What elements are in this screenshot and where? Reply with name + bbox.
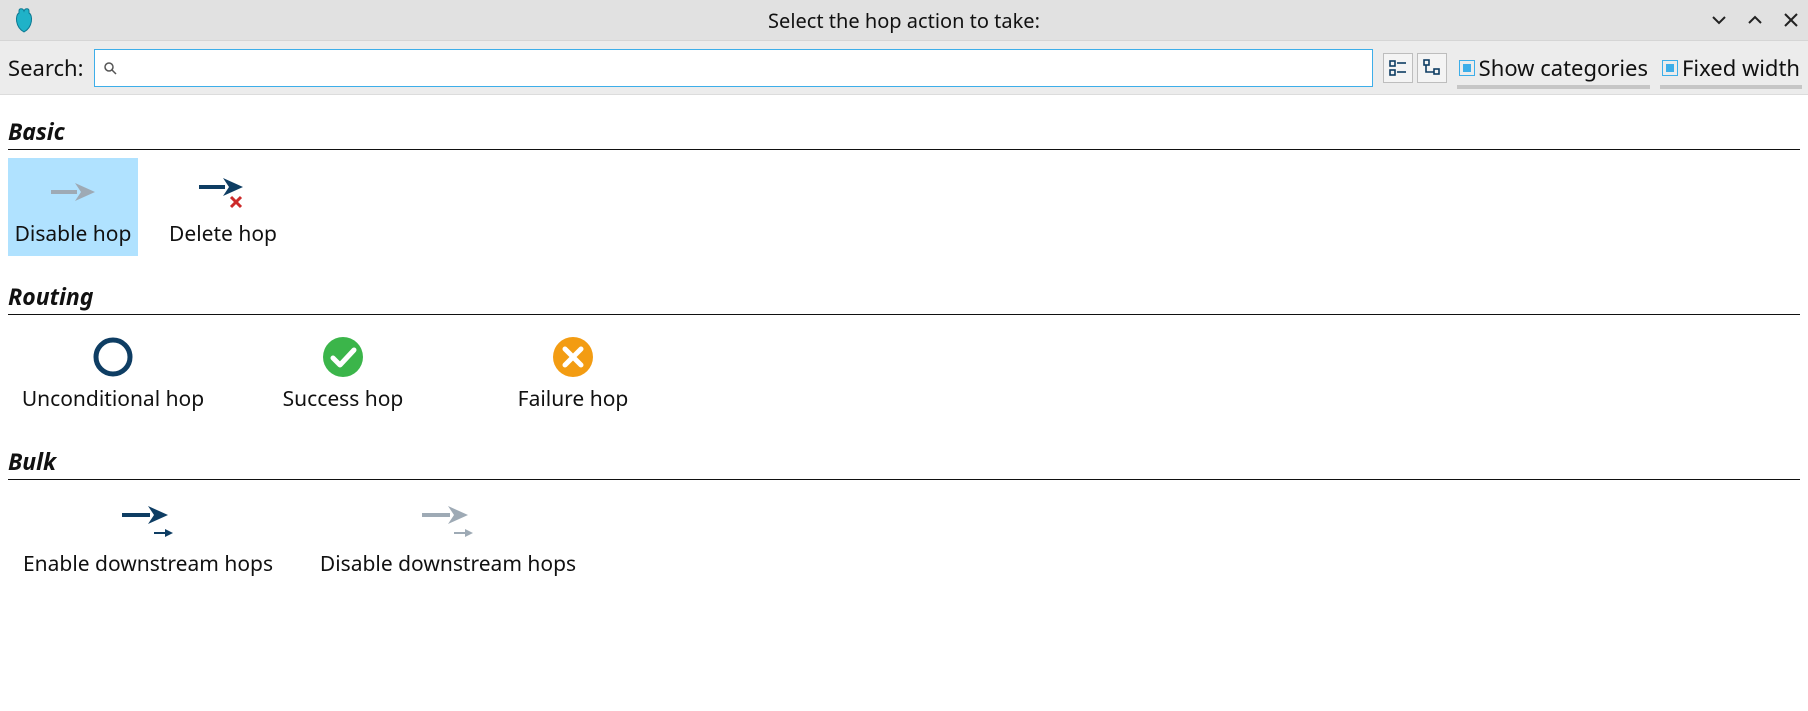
success-icon (321, 329, 365, 385)
minimize-button[interactable] (1710, 11, 1728, 29)
window-title: Select the hop action to take: (768, 7, 1040, 34)
section-title-routing: Routing (8, 276, 1800, 315)
fixed-width-label: Fixed width (1682, 53, 1800, 83)
section-title-bulk: Bulk (8, 441, 1800, 480)
close-button[interactable] (1782, 11, 1800, 29)
checkbox-icon (1662, 60, 1678, 76)
routing-items: Unconditional hop Success hop Failure ho… (8, 323, 1800, 421)
maximize-button[interactable] (1746, 11, 1764, 29)
item-failure-hop[interactable]: Failure hop (468, 323, 678, 421)
show-categories-label: Show categories (1479, 53, 1648, 83)
unconditional-icon (91, 329, 135, 385)
toolbar: Search: Show categories Fi (0, 41, 1808, 95)
show-categories-checkbox[interactable]: Show categories (1457, 47, 1650, 89)
item-label: Delete hop (169, 220, 277, 248)
tree-view-button[interactable] (1417, 53, 1447, 83)
item-enable-downstream-hops[interactable]: Enable downstream hops (8, 488, 288, 586)
arrow-delete-icon (195, 164, 251, 220)
enable-downstream-icon (116, 494, 180, 550)
item-label: Enable downstream hops (23, 550, 273, 578)
search-box[interactable] (94, 49, 1373, 87)
checkbox-icon (1459, 60, 1475, 76)
item-disable-hop[interactable]: Disable hop (8, 158, 138, 256)
icon-view-button[interactable] (1383, 53, 1413, 83)
item-label: Success hop (283, 385, 404, 413)
item-label: Disable downstream hops (320, 550, 576, 578)
titlebar: Select the hop action to take: (0, 0, 1808, 41)
search-icon (103, 55, 117, 81)
item-delete-hop[interactable]: Delete hop (158, 158, 288, 256)
failure-icon (551, 329, 595, 385)
item-label: Disable hop (15, 220, 132, 248)
arrow-disabled-icon (47, 164, 99, 220)
fixed-width-checkbox[interactable]: Fixed width (1660, 47, 1802, 89)
search-input[interactable] (123, 56, 1364, 79)
item-label: Unconditional hop (22, 385, 204, 413)
window-controls (1710, 0, 1800, 40)
bulk-items: Enable downstream hops Disable downstrea… (8, 488, 1800, 586)
item-label: Failure hop (518, 385, 629, 413)
content-area: Basic Disable hop (0, 95, 1808, 616)
item-unconditional-hop[interactable]: Unconditional hop (8, 323, 218, 421)
item-disable-downstream-hops[interactable]: Disable downstream hops (308, 488, 588, 586)
basic-items: Disable hop Delete hop (8, 158, 1800, 256)
section-title-basic: Basic (8, 111, 1800, 150)
disable-downstream-icon (416, 494, 480, 550)
search-label: Search: (8, 53, 84, 83)
view-mode-buttons (1383, 53, 1447, 83)
app-icon (4, 0, 44, 40)
item-success-hop[interactable]: Success hop (238, 323, 448, 421)
